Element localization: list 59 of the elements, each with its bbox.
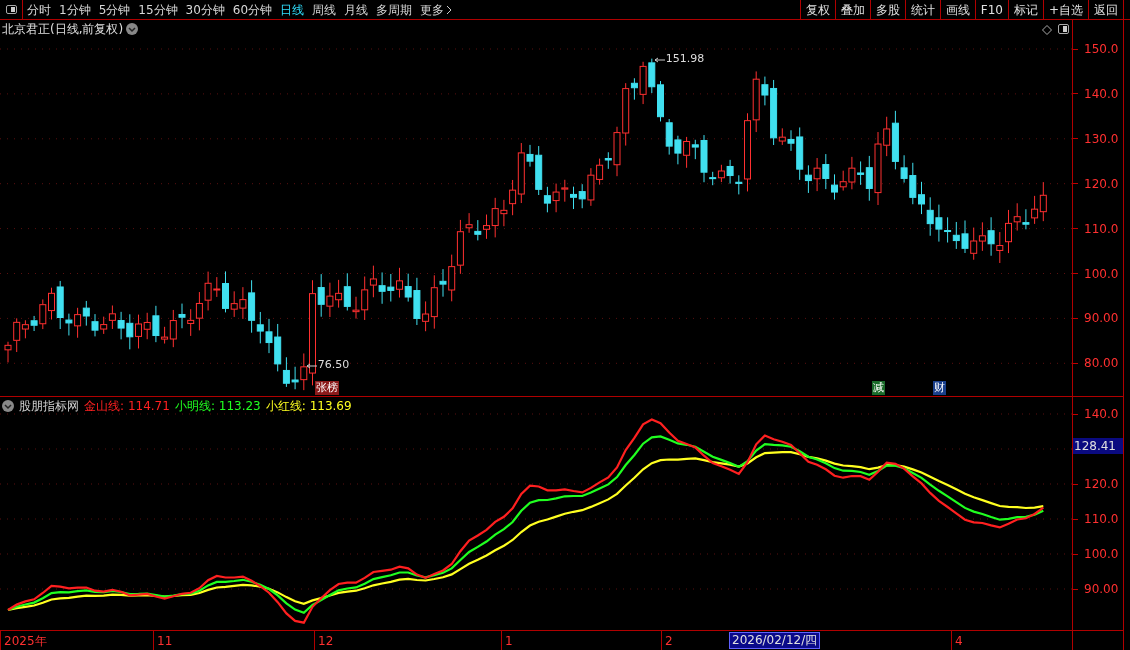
- period-tab[interactable]: 日线: [276, 0, 309, 19]
- price-axis-label: 100.0: [1084, 266, 1119, 281]
- cursor-value-label: 128.41: [1073, 438, 1123, 454]
- time-axis-label: 2025年: [3, 632, 47, 650]
- time-axis-label: 11: [156, 632, 173, 650]
- indicator-axis-label: 120.0: [1084, 477, 1119, 491]
- indicator-legend-value: 金山线: 114.71: [84, 398, 170, 415]
- time-axis-label: 12: [317, 632, 334, 650]
- price-axis-label: 130.0: [1084, 131, 1119, 146]
- indicator-legend-value: 小明线: 113.23: [174, 398, 261, 415]
- period-tab[interactable]: 周线: [308, 0, 341, 19]
- chevron-down-icon[interactable]: [2, 400, 14, 412]
- period-tab[interactable]: 1分钟: [55, 0, 95, 19]
- price-axis-label: 90.00: [1084, 311, 1119, 326]
- indicator-name: 股朋指标网: [19, 398, 79, 415]
- period-tab[interactable]: 月线: [340, 0, 373, 19]
- indicator-axis-label: 90.00: [1084, 582, 1119, 596]
- low-marker-arrow-icon: [305, 363, 318, 371]
- price-axis-label: 140.0: [1084, 86, 1119, 101]
- time-axis-label: 2: [664, 632, 673, 650]
- toolbar-button[interactable]: 画线: [939, 0, 975, 19]
- toolbar-button[interactable]: 返回: [1088, 0, 1123, 19]
- indicator-axis-label: 100.0: [1084, 547, 1119, 561]
- toolbar-button[interactable]: +自选: [1042, 0, 1088, 19]
- indicator-legend-value: 小红线: 113.69: [265, 398, 352, 415]
- high-price-label: 151.98: [665, 52, 705, 64]
- low-price-label: 76.50: [317, 359, 350, 370]
- stock-title: 北京君正(日线,前复权): [1, 21, 124, 38]
- time-axis-label: 4: [954, 632, 963, 650]
- panel-toggle-icon[interactable]: [5, 5, 17, 14]
- chevron-down-icon[interactable]: [126, 23, 139, 35]
- diamond-icon[interactable]: [1042, 25, 1052, 35]
- toolbar-button[interactable]: 标记: [1007, 0, 1043, 19]
- chevron-right-icon: [446, 4, 453, 15]
- toolbar-button[interactable]: F10: [974, 0, 1008, 19]
- event-tag[interactable]: 财: [932, 381, 946, 395]
- event-tag[interactable]: 减: [872, 381, 885, 395]
- panel-toggle-icon[interactable]: [1058, 24, 1069, 34]
- price-axis-label: 110.0: [1084, 221, 1119, 236]
- period-tab[interactable]: 60分钟: [228, 0, 277, 19]
- period-tab[interactable]: 分时: [23, 0, 55, 19]
- indicator-axis-label: 140.0: [1084, 407, 1119, 421]
- toolbar-button[interactable]: 统计: [904, 0, 940, 19]
- price-axis-label: 80.00: [1084, 356, 1119, 371]
- period-tab[interactable]: 30分钟: [181, 0, 229, 19]
- more-button[interactable]: 更多: [416, 0, 457, 19]
- indicator-axis-label: 110.0: [1084, 512, 1119, 526]
- price-axis-label: 120.0: [1084, 176, 1119, 191]
- high-marker-arrow-icon: [653, 56, 666, 65]
- toolbar-button[interactable]: 多股: [869, 0, 905, 19]
- toolbar-button[interactable]: 复权: [799, 0, 835, 19]
- price-axis-label: 150.0: [1084, 42, 1119, 56]
- period-tab[interactable]: 5分钟: [94, 0, 135, 19]
- period-tab[interactable]: 15分钟: [134, 0, 182, 19]
- toolbar-button[interactable]: 叠加: [834, 0, 870, 19]
- time-axis-label: 1: [504, 632, 513, 650]
- period-tab[interactable]: 多周期: [372, 0, 417, 19]
- event-tag[interactable]: 张榜: [315, 381, 340, 395]
- cursor-date-label: 2026/02/12/四: [729, 632, 821, 649]
